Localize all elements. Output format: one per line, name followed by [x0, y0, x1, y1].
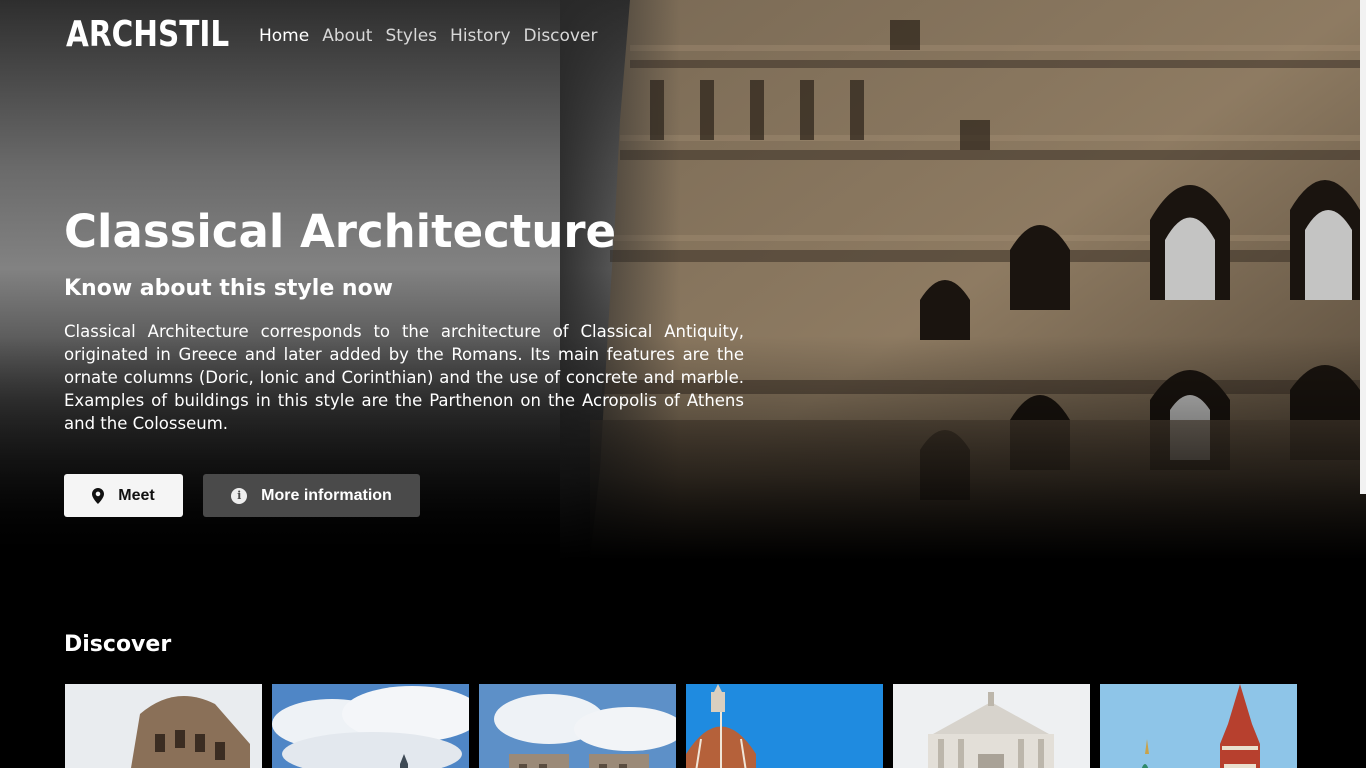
nav-home[interactable]: Home	[259, 26, 309, 46]
page: ARCHSTIL Home About Styles History Disco…	[0, 0, 1366, 768]
info-circle-icon: i	[231, 487, 248, 504]
colosseum-thumbnail[interactable]	[65, 684, 262, 768]
cathedral-sky-thumbnail[interactable]	[272, 684, 469, 768]
main-nav: Home About Styles History Discover	[259, 26, 597, 46]
nav-about[interactable]: About	[322, 26, 372, 46]
florence-dome-thumbnail[interactable]	[686, 684, 883, 768]
meet-button[interactable]: Meet	[64, 474, 183, 517]
nav-discover[interactable]: Discover	[524, 26, 598, 46]
hero-title: Classical Architecture	[64, 205, 617, 258]
discover-heading: Discover	[64, 632, 172, 657]
map-pin-icon	[92, 487, 105, 504]
meet-button-label: Meet	[118, 486, 155, 504]
hero-description: Classical Architecture corresponds to th…	[64, 322, 744, 433]
colosseum-hero-image	[590, 0, 1366, 560]
more-information-button-label: More information	[261, 486, 392, 504]
notre-dame-thumbnail[interactable]	[479, 684, 676, 768]
discover-gallery	[65, 684, 1297, 768]
hero-subtitle: Know about this style now	[64, 276, 394, 301]
more-information-button[interactable]: i More information	[203, 474, 420, 517]
saint-basil-thumbnail[interactable]	[1100, 684, 1297, 768]
nav-styles[interactable]: Styles	[385, 26, 437, 46]
baroque-church-thumbnail[interactable]	[893, 684, 1090, 768]
scrollbar-track[interactable]	[1360, 0, 1366, 494]
nav-history[interactable]: History	[450, 26, 510, 46]
site-logo[interactable]: ARCHSTIL	[66, 14, 229, 55]
